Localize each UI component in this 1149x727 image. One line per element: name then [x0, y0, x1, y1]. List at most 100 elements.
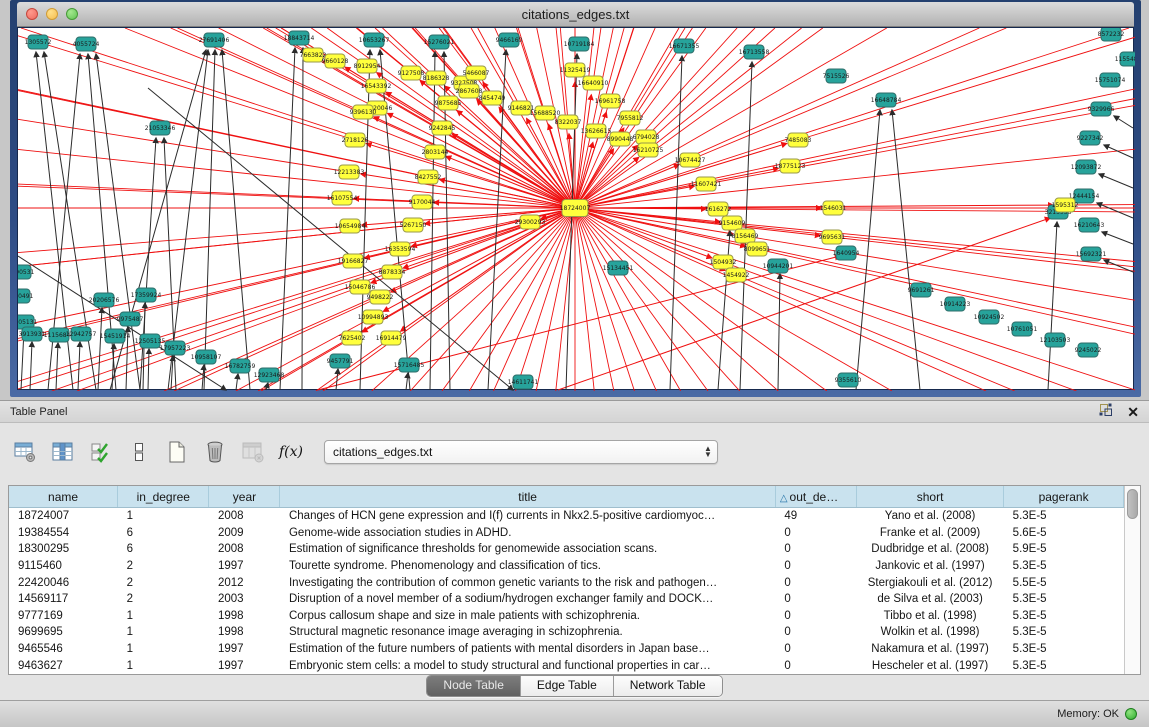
new-column-icon[interactable] [164, 439, 190, 465]
cell-in_degree: 1 [118, 608, 209, 625]
graph-node-label: 27691406 [199, 37, 230, 44]
graph-node-label: 8505131 [18, 319, 38, 326]
cell-year: 1997 [209, 641, 280, 658]
graph-node-label: 8427552 [415, 174, 442, 181]
graph-node-label: 8322037 [555, 119, 582, 126]
column-header-title[interactable]: title [280, 486, 775, 508]
graph-node-label: 7625402 [339, 335, 366, 342]
graph-node-label: 16961758 [595, 98, 626, 105]
table-vertical-scrollbar[interactable] [1124, 486, 1140, 674]
cell-year: 1998 [209, 608, 280, 625]
cell-name: 19384554 [9, 525, 118, 542]
cell-out_degree: 0 [775, 558, 856, 575]
merge-rows-icon[interactable] [126, 439, 152, 465]
column-header-out_degree[interactable]: △out_de… [775, 486, 856, 508]
graph-node-label: 1305572 [25, 39, 52, 46]
cell-year: 2003 [209, 591, 280, 608]
window-title: citations_edges.txt [17, 7, 1134, 22]
graph-node-label: 18843714 [284, 35, 315, 42]
table-row[interactable]: 1872400712008Changes of HCN gene express… [9, 508, 1124, 525]
graph-node-label: 17957223 [160, 345, 191, 352]
graph-node-label: 1640954 [833, 250, 860, 257]
close-panel-icon[interactable]: ✕ [1127, 405, 1139, 419]
table-row[interactable]: 2242004622012Investigating the contribut… [9, 574, 1124, 591]
graph-node-label: 15688520 [530, 110, 561, 117]
scrollbar-thumb[interactable] [1127, 489, 1138, 519]
network-canvas[interactable]: 1305572405572427691406188437141065326715… [17, 27, 1134, 390]
cell-title: Corpus callosum shape and size in male p… [280, 608, 775, 625]
cell-out_degree: 0 [775, 641, 856, 658]
graph-node-label: 12923468 [254, 372, 285, 379]
table-row[interactable]: 977716911998Corpus callosum shape and si… [9, 608, 1124, 625]
table-panel-titlebar: Table Panel ✕ [0, 401, 1149, 423]
sort-ascending-icon: △ [780, 493, 788, 504]
cell-name: 22420046 [9, 574, 118, 591]
cell-pagerank: 5.3E-5 [1004, 508, 1124, 525]
cell-pagerank: 5.6E-5 [1004, 525, 1124, 542]
table-row[interactable]: 946362711997Embryonic stem cells: a mode… [9, 657, 1124, 674]
graph-node-label: 8454749 [479, 95, 506, 102]
memory-ok-icon [1125, 708, 1137, 720]
panel-title: Table Panel [10, 406, 68, 418]
graph-node-label: 4055724 [73, 41, 100, 48]
column-header-name[interactable]: name [9, 486, 118, 508]
graph-node-label: 10924502 [974, 314, 1005, 321]
graph-node-label: 9127508 [398, 70, 425, 77]
cell-pagerank: 5.3E-5 [1004, 591, 1124, 608]
cell-name: 9777169 [9, 608, 118, 625]
table-selector-combobox[interactable]: citations_edges.txt ▲▼ [324, 440, 718, 464]
graph-node-label: 1616272 [705, 206, 732, 213]
cell-title: Estimation of significance thresholds fo… [280, 541, 775, 558]
import-columns-icon[interactable] [88, 439, 114, 465]
graph-node-label: 19166827 [338, 258, 369, 265]
cell-year: 2012 [209, 574, 280, 591]
table-row[interactable]: 911546021997Tourette syndrome. Phenomeno… [9, 558, 1124, 575]
graph-node-label: 9695631 [819, 234, 846, 241]
cell-pagerank: 5.3E-5 [1004, 608, 1124, 625]
column-header-year[interactable]: year [209, 486, 280, 508]
tab-network-table[interactable]: Network Table [614, 676, 722, 696]
table-row[interactable]: 946554611997Estimation of the future num… [9, 641, 1124, 658]
column-header-in_degree[interactable]: in_degree [118, 486, 209, 508]
column-header-pagerank[interactable]: pagerank [1004, 486, 1124, 508]
cell-year: 2008 [209, 541, 280, 558]
graph-node-label: 12103503 [1040, 337, 1071, 344]
graph-node-label: 11607421 [691, 181, 722, 188]
column-header-short[interactable]: short [857, 486, 1004, 508]
function-builder-icon[interactable]: f(x) [278, 439, 304, 465]
cell-in_degree: 1 [118, 624, 209, 641]
graph-node-label: 9355610 [835, 377, 862, 384]
tab-edge-table[interactable]: Edge Table [521, 676, 614, 696]
graph-node-label: 15716485 [394, 362, 425, 369]
network-graph[interactable]: 1305572405572427691406188437141065326715… [18, 28, 1135, 391]
show-columns-icon[interactable] [50, 439, 76, 465]
network-window-titlebar[interactable]: citations_edges.txt [17, 2, 1134, 27]
cell-in_degree: 2 [118, 574, 209, 591]
graph-node-label: 10944201 [763, 263, 794, 270]
graph-node-label: 9466160 [496, 37, 523, 44]
cell-year: 1998 [209, 624, 280, 641]
graph-node-label: 8186328 [423, 75, 450, 82]
delete-table-icon[interactable] [240, 439, 266, 465]
graph-node-label: 10914223 [940, 301, 971, 308]
graph-node-label: 9590531 [18, 269, 35, 276]
graph-node-label: 9396130 [350, 109, 377, 116]
tab-node-table[interactable]: Node Table [427, 676, 521, 696]
table-row[interactable]: 1938455462009Genome-wide association stu… [9, 525, 1124, 542]
float-panel-icon[interactable] [1099, 403, 1113, 420]
graph-node-label: 18724007 [560, 205, 591, 212]
graph-node-label: 12093872 [1071, 164, 1102, 171]
memory-status-label: Memory: OK [1057, 708, 1119, 720]
delete-column-icon[interactable] [202, 439, 228, 465]
table-row[interactable]: 1830029562008Estimation of significance … [9, 541, 1124, 558]
graph-node-label: 21053346 [145, 125, 176, 132]
cell-pagerank: 5.3E-5 [1004, 641, 1124, 658]
graph-node-label: 1454922 [723, 272, 750, 279]
table-row[interactable]: 969969511998Structural magnetic resonanc… [9, 624, 1124, 641]
graph-node-label: 15751074 [1095, 77, 1126, 84]
table-row[interactable]: 1456911722003Disruption of a novel membe… [9, 591, 1124, 608]
graph-node-label: 5267150 [400, 222, 427, 229]
cell-pagerank: 5.3E-5 [1004, 624, 1124, 641]
table-mode-icon[interactable] [12, 439, 38, 465]
cell-year: 1997 [209, 558, 280, 575]
